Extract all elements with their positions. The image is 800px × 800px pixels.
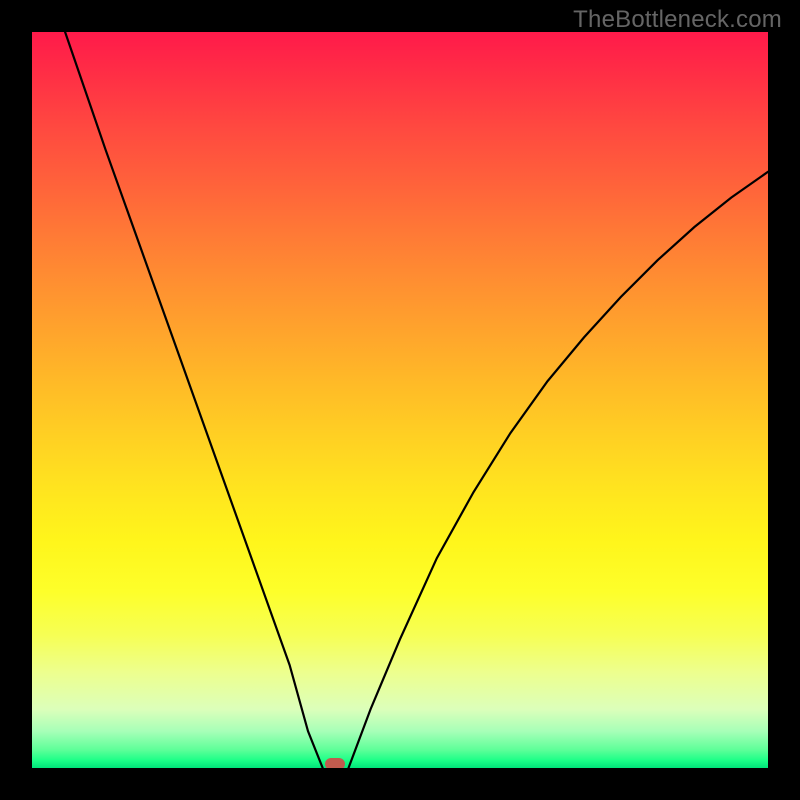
chart-plot-area [32,32,768,768]
watermark-text: TheBottleneck.com [573,6,782,34]
chart-curve-layer [32,32,768,768]
chart-curve-right [349,172,769,768]
chart-minimum-marker [325,758,345,768]
chart-curve-left [65,32,323,768]
